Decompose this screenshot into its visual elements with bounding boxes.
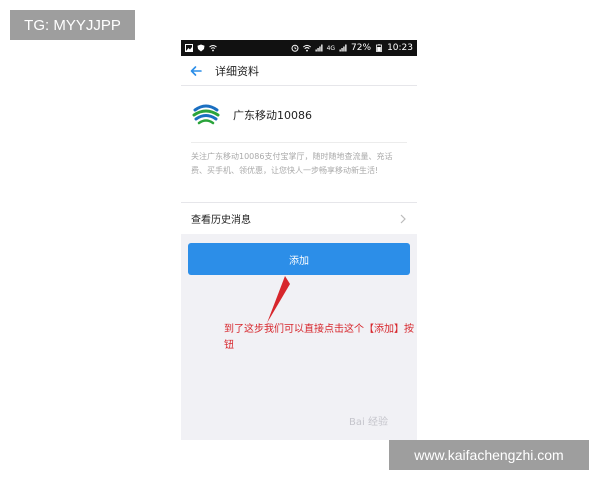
wifi-lock-icon	[209, 45, 217, 52]
wifi-icon	[302, 44, 311, 52]
clock-time: 10:23	[387, 43, 413, 53]
nav-bar: 详细资料	[181, 56, 417, 86]
image-icon	[185, 44, 193, 52]
tg-badge: TG: MYYJJPP	[10, 10, 135, 40]
account-intro: 关注广东移动10086支付宝掌厅，随时随地查流量、充话费、买手机、领优惠，让您快…	[191, 152, 393, 175]
battery-icon	[376, 44, 382, 52]
watermark: Bai 经验	[349, 417, 388, 428]
view-history-row[interactable]: 查看历史消息	[181, 202, 417, 234]
annotation-text: 到了这步我们可以直接点击这个【添加】按钮	[224, 324, 414, 351]
signal-icon	[315, 44, 323, 52]
battery-percent: 72%	[351, 43, 372, 53]
chevron-right-icon	[400, 214, 406, 223]
add-button[interactable]: 添加	[188, 243, 410, 275]
account-name: 广东移动10086	[233, 109, 312, 122]
phone-screen: 4G 72% 10:23 详细资料 广东移动10086 关注广东移动10086支…	[181, 40, 417, 440]
status-right-icons: 4G 72% 10:23	[291, 43, 413, 53]
divider	[191, 142, 407, 143]
back-arrow-icon[interactable]	[189, 64, 203, 78]
status-left-icons	[185, 44, 217, 52]
page-title: 详细资料	[215, 64, 259, 78]
network-type: 4G	[326, 44, 336, 52]
view-history-label: 查看历史消息	[191, 215, 251, 226]
shield-icon	[197, 44, 205, 52]
signal-icon-secondary	[339, 44, 347, 52]
site-badge: www.kaifachengzhi.com	[389, 440, 589, 470]
alarm-icon	[291, 44, 299, 52]
status-bar: 4G 72% 10:23	[181, 40, 417, 56]
china-mobile-logo	[192, 99, 220, 127]
